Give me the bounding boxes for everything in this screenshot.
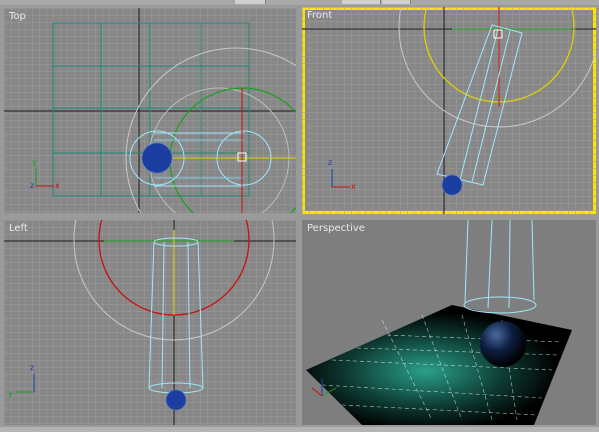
viewport-top[interactable]: y x z Top <box>4 8 296 213</box>
viewport-left[interactable]: z y Left <box>4 220 296 425</box>
perspective-viewport-canvas <box>302 220 596 425</box>
viewport-perspective[interactable]: Perspective <box>302 220 596 425</box>
viewport-label-perspective[interactable]: Perspective <box>307 223 365 234</box>
toolbar-tab[interactable] <box>382 0 411 4</box>
toolbar-tab[interactable] <box>235 0 266 4</box>
axis-z-label: z <box>328 158 332 167</box>
axis-y-label: y <box>8 389 13 398</box>
axis-y-label: y <box>32 158 37 167</box>
axis-x-label: x <box>351 182 356 191</box>
toolbar-tab[interactable] <box>342 0 381 4</box>
viewport-front[interactable]: z x Front <box>302 7 596 214</box>
axis-z-label: z <box>30 181 34 190</box>
bottom-status-strip <box>0 427 599 432</box>
top-toolbar-strip <box>0 0 599 5</box>
viewport-label-top[interactable]: Top <box>9 11 26 22</box>
front-viewport-canvas: z x <box>302 7 596 214</box>
axis-x-label: x <box>55 181 60 190</box>
viewport-label-left[interactable]: Left <box>9 223 28 234</box>
left-viewport-canvas: z y <box>4 220 296 425</box>
axis-z-label: z <box>30 363 34 372</box>
sphere-object[interactable] <box>480 321 526 367</box>
top-viewport-canvas: y x z <box>4 8 296 213</box>
viewport-label-front[interactable]: Front <box>307 10 332 21</box>
